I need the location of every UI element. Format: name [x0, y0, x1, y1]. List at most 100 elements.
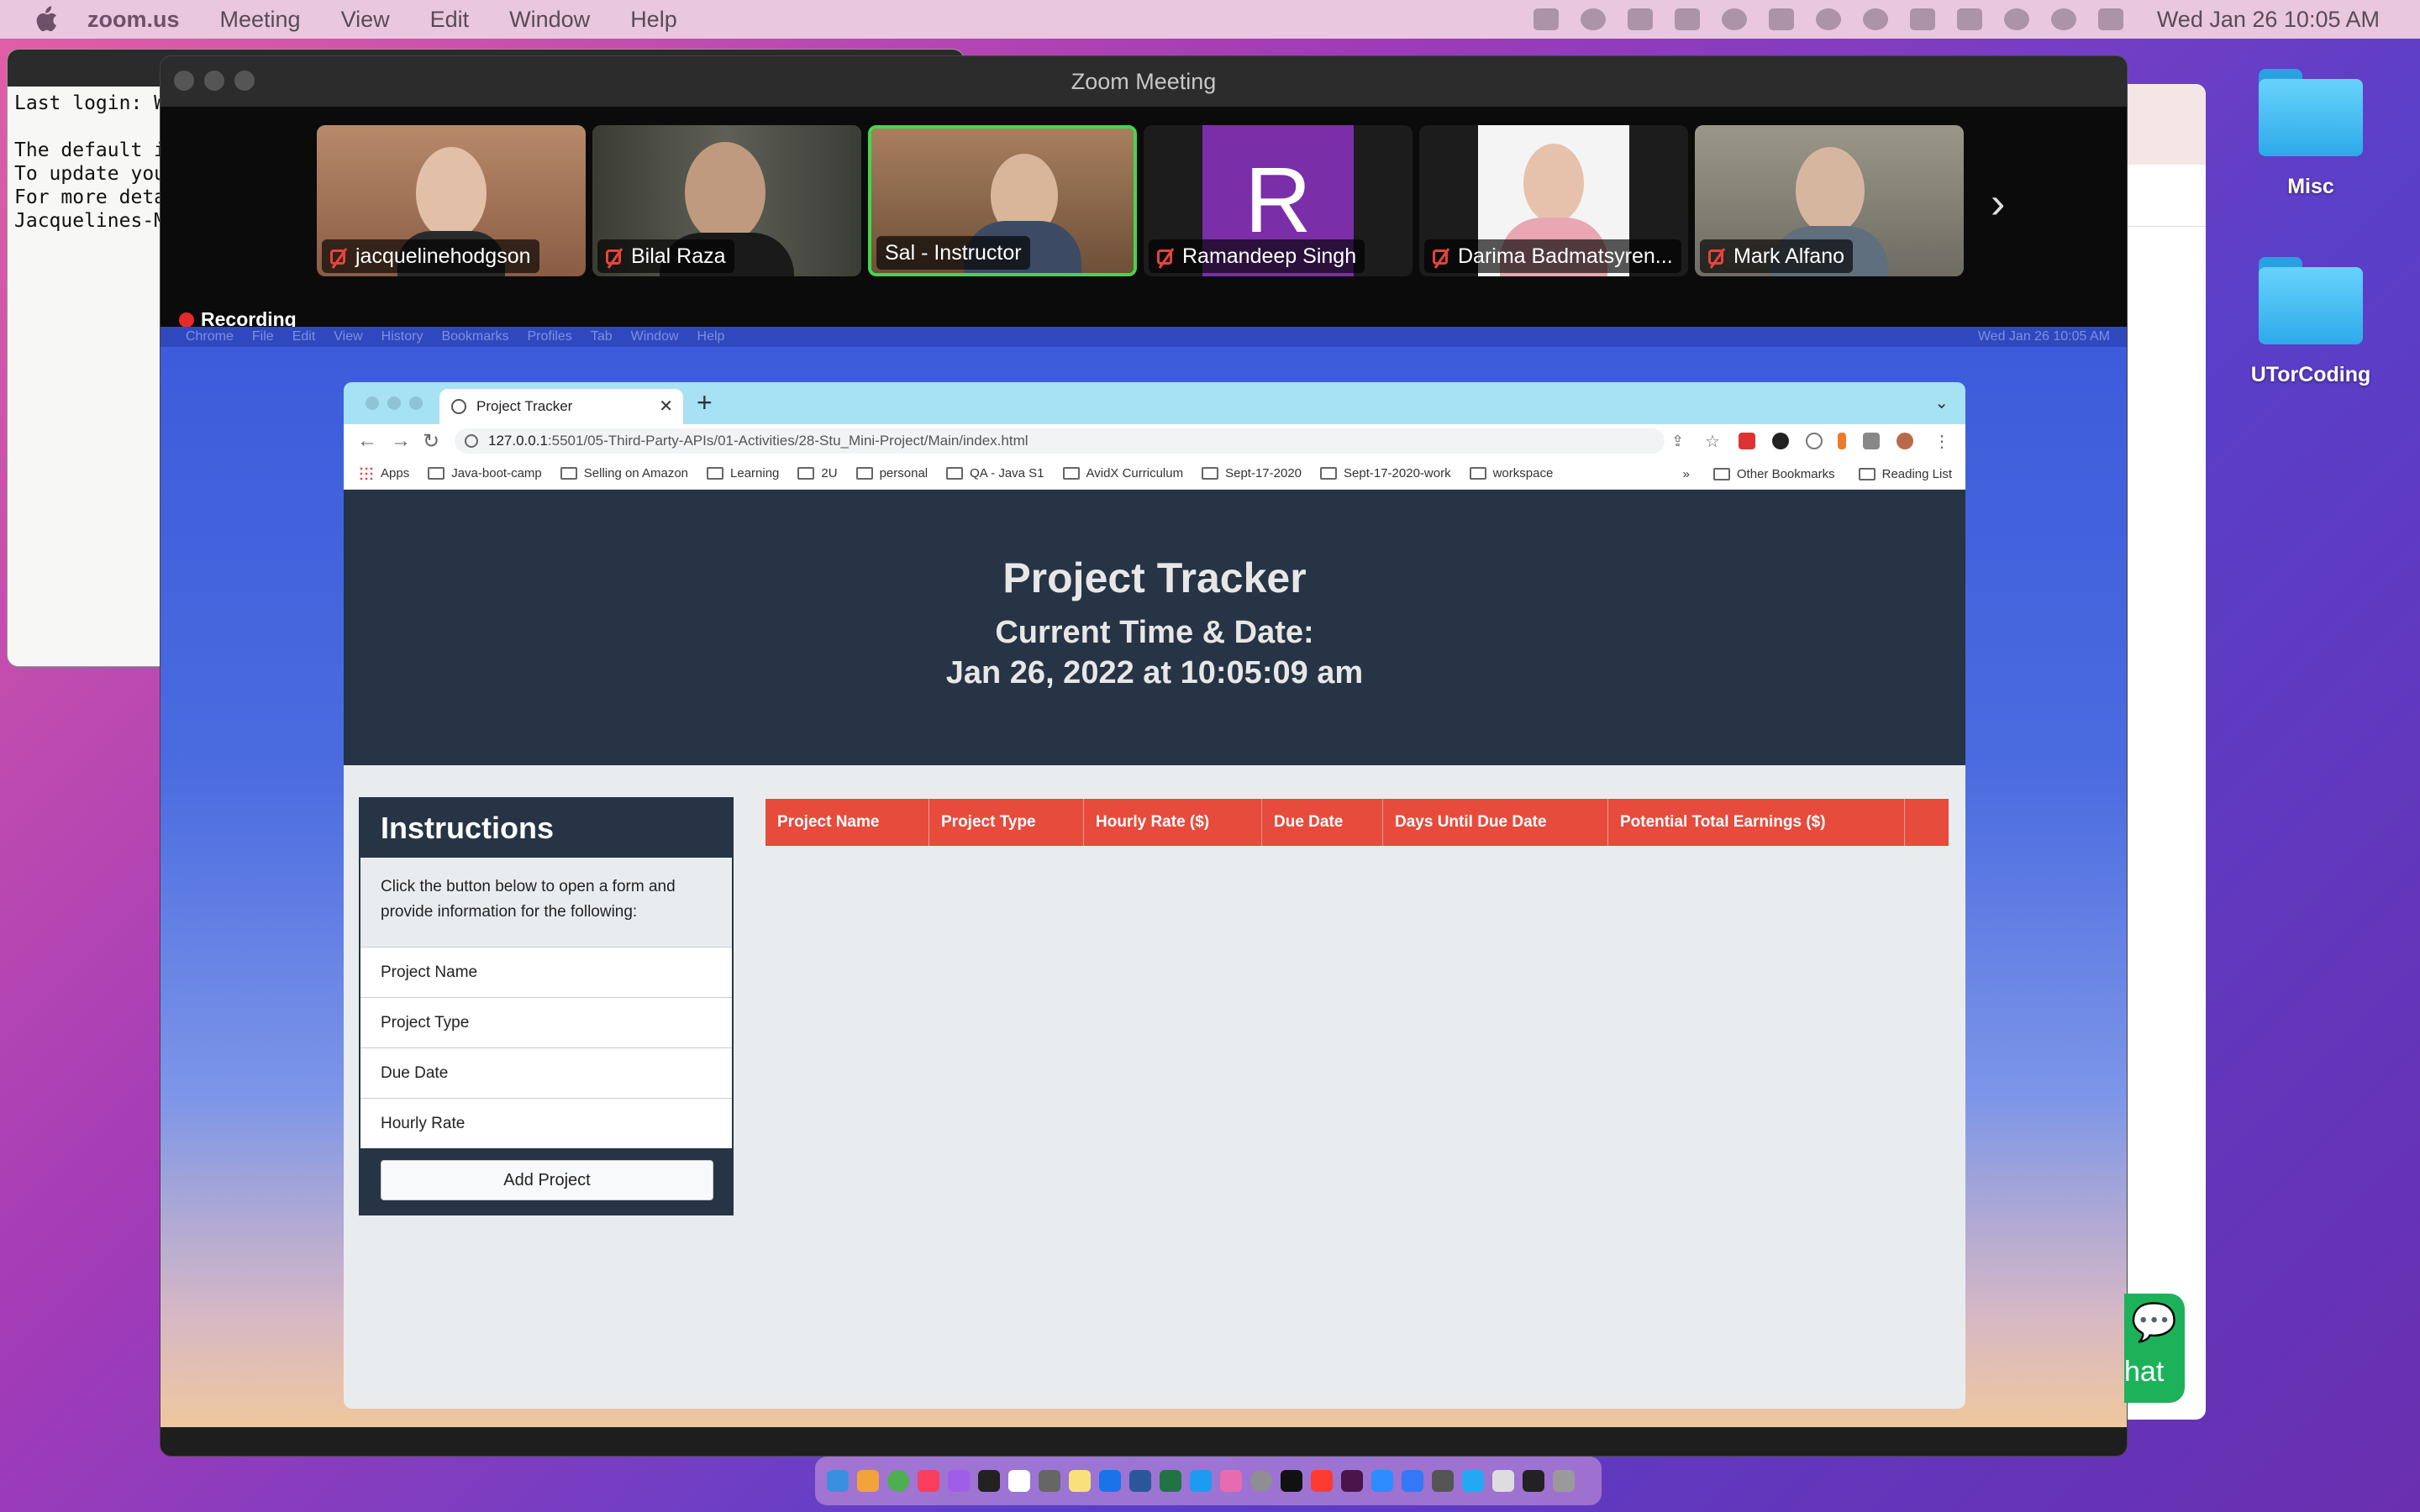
shield-icon[interactable]: [1627, 8, 1653, 30]
browser-tab[interactable]: Project Tracker ✕: [439, 389, 683, 424]
word-icon[interactable]: [1129, 1470, 1151, 1492]
bookmark-folder[interactable]: workspace: [1469, 466, 1553, 480]
chrome-icon[interactable]: [887, 1470, 909, 1492]
search-icon[interactable]: [2050, 8, 2076, 30]
bluetooth-icon[interactable]: [1909, 8, 1935, 30]
bookmark-folder[interactable]: AvidX Curriculum: [1062, 466, 1183, 480]
calculator-icon[interactable]: [1039, 1470, 1060, 1492]
apple-icon[interactable]: [32, 5, 60, 34]
participant-tile-sal-instructor[interactable]: Sal - Instructor: [868, 125, 1137, 276]
menu-edit[interactable]: Edit: [430, 7, 470, 33]
photos-icon[interactable]: [1220, 1470, 1242, 1492]
folder-misc-icon[interactable]: [2259, 69, 2363, 156]
bookmark-folder[interactable]: personal: [855, 466, 928, 480]
add-project-button[interactable]: Add Project: [381, 1160, 713, 1200]
folder-icon: [1469, 467, 1486, 480]
extension-circle-icon[interactable]: [1806, 433, 1823, 449]
wifi-icon[interactable]: [2003, 8, 2029, 30]
participant-tile-bilal-raza[interactable]: Bilal Raza: [592, 125, 861, 276]
reload-icon[interactable]: ↻: [423, 429, 439, 454]
bookmark-folder[interactable]: Sept-17-2020: [1202, 466, 1302, 480]
extension-hook-icon[interactable]: [1838, 433, 1846, 449]
participant-tile-jacquelinehodgson[interactable]: jacquelinehodgson: [317, 125, 586, 276]
other-bookmarks[interactable]: Other Bookmarks: [1712, 467, 1835, 481]
excel-icon[interactable]: [1160, 1470, 1181, 1492]
menu-help[interactable]: Help: [630, 7, 677, 33]
system-preferences-icon[interactable]: [1250, 1470, 1272, 1492]
menu-window[interactable]: Window: [509, 7, 590, 33]
terminal-icon[interactable]: [1281, 1470, 1302, 1492]
participant-tile-mark-alfano[interactable]: Mark Alfano: [1695, 125, 1964, 276]
participant-name: Darima Badmatsyren...: [1424, 239, 1681, 273]
zoom-window-button[interactable]: [234, 71, 255, 91]
tab-search-chevron-icon[interactable]: ⌄: [1934, 392, 1949, 413]
participant-tile-darima-badmatsyrenova[interactable]: Darima Badmatsyren...: [1419, 125, 1688, 276]
share-icon[interactable]: ⇪: [1671, 433, 1684, 450]
bookmark-folder[interactable]: Java-boot-camp: [428, 466, 542, 480]
bookmark-star-icon[interactable]: ☆: [1705, 431, 1720, 452]
notes-icon[interactable]: [1069, 1470, 1091, 1492]
window-controls[interactable]: [366, 396, 423, 410]
bed-icon[interactable]: [1768, 8, 1794, 30]
window-preview-icon[interactable]: [1523, 1470, 1544, 1492]
forward-arrow-icon[interactable]: →: [391, 429, 411, 453]
music-icon[interactable]: [918, 1470, 939, 1492]
finder-icon[interactable]: [827, 1470, 849, 1492]
menu-meeting[interactable]: Meeting: [220, 7, 301, 33]
site-info-icon[interactable]: [465, 434, 478, 448]
zoom-icon[interactable]: [1371, 1470, 1393, 1492]
folder-icon: [707, 467, 724, 480]
folder-icon: [1320, 467, 1338, 480]
new-tab-button[interactable]: +: [697, 387, 713, 418]
chat-widget-button[interactable]: 💬 hat: [2124, 1294, 2185, 1403]
calendar-icon[interactable]: [1008, 1470, 1030, 1492]
extension-1password-icon[interactable]: [1772, 433, 1789, 449]
back-arrow-icon[interactable]: ←: [357, 429, 377, 453]
extensions-puzzle-icon[interactable]: [1863, 433, 1880, 449]
bookmark-folder[interactable]: QA - Java S1: [946, 466, 1044, 480]
play-icon[interactable]: [1862, 8, 1888, 30]
close-tab-icon[interactable]: ✕: [659, 389, 673, 424]
person-icon[interactable]: [1815, 8, 1841, 30]
slack-icon[interactable]: [1341, 1470, 1363, 1492]
trash-icon[interactable]: [1553, 1470, 1575, 1492]
battery-icon[interactable]: [1956, 8, 1982, 30]
camera-icon[interactable]: [1533, 8, 1559, 30]
vscode-icon[interactable]: [1462, 1470, 1484, 1492]
bookmark-folder[interactable]: Sept-17-2020-work: [1320, 466, 1451, 480]
podcasts-icon[interactable]: [948, 1470, 970, 1492]
bookmark-folder[interactable]: Selling on Amazon: [560, 466, 688, 480]
document-icon[interactable]: [1492, 1470, 1514, 1492]
launchpad-icon[interactable]: [857, 1470, 879, 1492]
folder-icon: [1712, 467, 1730, 480]
profile-avatar-icon[interactable]: [1897, 433, 1913, 449]
menu-app-name[interactable]: zoom.us: [87, 7, 180, 33]
control-center-icon[interactable]: [2097, 8, 2123, 30]
url-bar[interactable]: 127.0.0.1:5501/05-Third-Party-APIs/01-Ac…: [455, 428, 1665, 454]
menubar-clock[interactable]: Wed Jan 26 10:05 AM: [2157, 7, 2380, 33]
app-store-icon[interactable]: [1190, 1470, 1212, 1492]
bookmark-folder[interactable]: Learning: [707, 466, 779, 480]
next-participants-chevron-icon[interactable]: ›: [1991, 181, 2024, 225]
bold-b-icon[interactable]: [1674, 8, 1700, 30]
bookmark-apps[interactable]: Apps: [359, 465, 409, 481]
minimize-window-button[interactable]: [204, 71, 224, 91]
participant-tile-ramandeep-singh[interactable]: R Ramandeep Singh: [1144, 125, 1413, 276]
folder-utorcoding-icon[interactable]: [2259, 257, 2363, 344]
wing-icon[interactable]: [1580, 8, 1606, 30]
screen-sharing-icon[interactable]: [1432, 1470, 1454, 1492]
menu-kebab-icon[interactable]: ⋮: [1933, 431, 1950, 452]
close-window-button[interactable]: [174, 71, 194, 91]
apple-tv-icon[interactable]: [978, 1470, 1000, 1492]
outlook-icon[interactable]: [1099, 1470, 1121, 1492]
reading-list[interactable]: Reading List: [1858, 467, 1952, 481]
xcode-icon[interactable]: [1402, 1470, 1423, 1492]
more-bookmarks-chevron-icon[interactable]: »: [1683, 467, 1690, 481]
recording-dot-icon: [179, 312, 194, 328]
menu-view[interactable]: View: [341, 7, 390, 33]
instruction-item: Project Type: [360, 997, 732, 1047]
check-shield-icon[interactable]: [1721, 8, 1747, 30]
bookmark-folder[interactable]: 2U: [797, 466, 838, 480]
extension-red-icon[interactable]: [1739, 433, 1755, 449]
news-icon[interactable]: [1311, 1470, 1333, 1492]
